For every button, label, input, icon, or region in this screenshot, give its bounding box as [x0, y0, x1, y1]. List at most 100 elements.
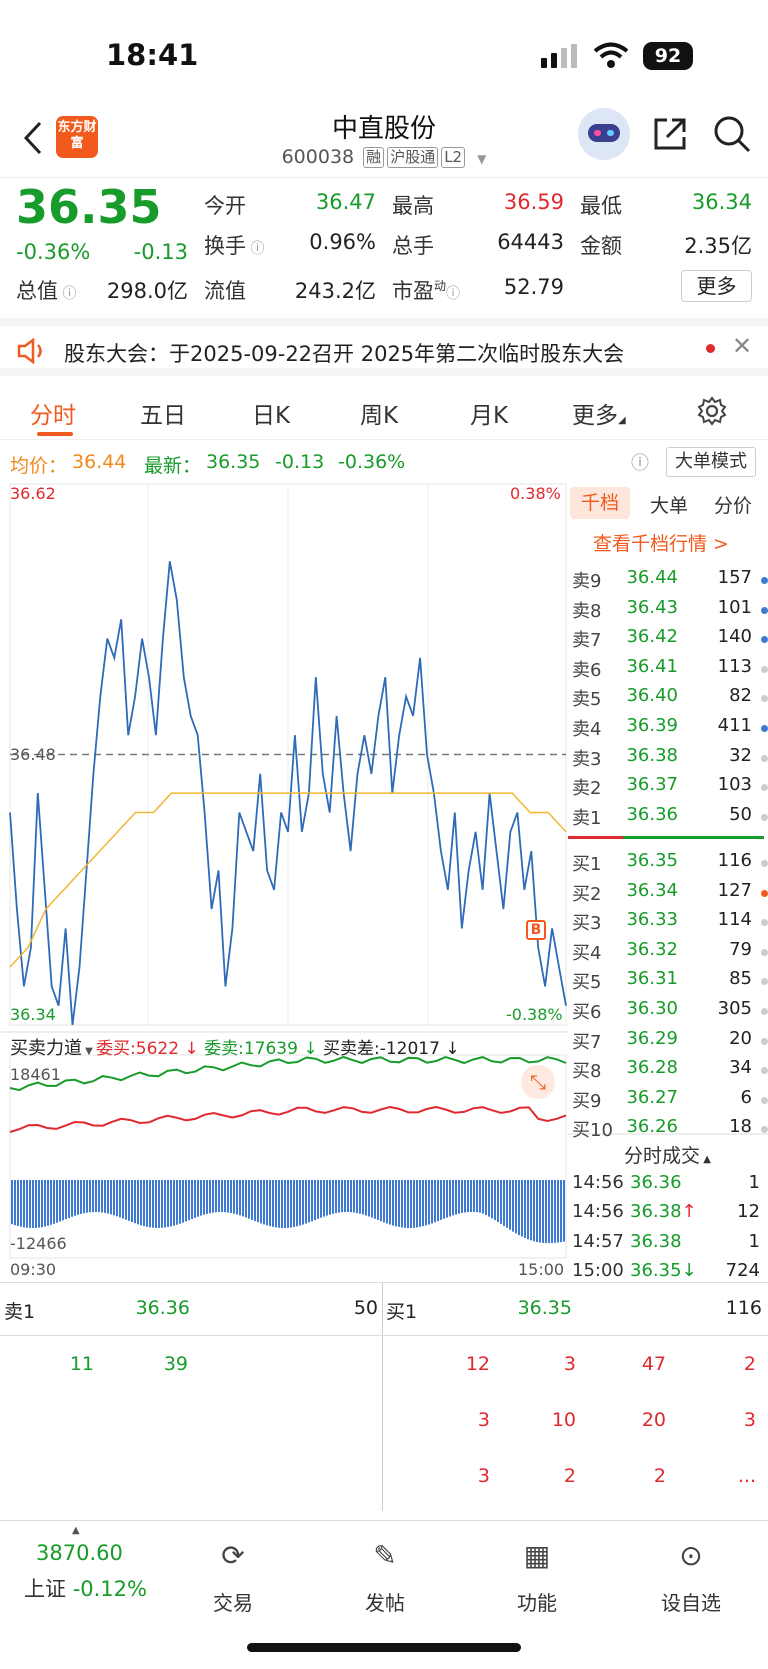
robot-avatar-icon[interactable] [578, 108, 630, 160]
buy-order: 20 [641, 1409, 666, 1431]
notice-bar[interactable]: 股东大会：于2025-09-22召开 2025年第二次临时股东大会 ✕ [0, 318, 768, 376]
info-icon: ⓘ [246, 241, 265, 257]
power-bar [62, 1180, 64, 1221]
notice-text: 股东大会：于2025-09-22召开 2025年第二次临时股东大会 [64, 342, 625, 366]
tab-more[interactable]: 更多◢ [572, 396, 626, 430]
margin-tag: 融 [363, 147, 385, 168]
tab-month-k[interactable]: 月K [470, 396, 508, 430]
ask-row[interactable]: 卖1 36.36 50 [568, 804, 764, 833]
level-label: 卖3 [572, 748, 602, 770]
search-icon[interactable] [712, 114, 752, 154]
close-icon[interactable]: ✕ [732, 332, 752, 360]
tab-day-k[interactable]: 日K [252, 396, 290, 430]
ask-row[interactable]: 卖2 36.37 103 [568, 774, 764, 803]
power-bar [419, 1180, 421, 1227]
tab-five-day[interactable]: 五日 [140, 396, 186, 430]
index-ticker[interactable]: 上证 -0.12% [24, 1573, 147, 1603]
power-bar [473, 1180, 475, 1212]
ask-volume: 委卖:17639 [204, 1039, 298, 1059]
ask-row[interactable]: 卖4 36.39 411 [568, 715, 764, 744]
info-icon: ⓘ [58, 286, 77, 302]
nav-watchlist[interactable]: 设自选 [646, 1587, 736, 1616]
power-bar [56, 1180, 58, 1223]
bid-row[interactable]: 买8 36.28 34 [568, 1057, 764, 1086]
more-button[interactable]: 更多 [681, 270, 752, 302]
vol-top-label: 18461 [10, 1065, 61, 1084]
power-bar [263, 1180, 265, 1225]
level-price: 36.44 [626, 567, 678, 588]
nav-function[interactable]: 功能 [492, 1587, 582, 1616]
bid-row[interactable]: 买9 36.27 6 [568, 1087, 764, 1116]
intraday-chart[interactable]: 36.62 0.38% 36.48 36.34 -0.38% 09:30 15:… [0, 480, 568, 1284]
order-dot [761, 889, 768, 897]
bid-row[interactable]: 买3 36.33 114 [568, 909, 764, 938]
power-bar [314, 1180, 316, 1221]
power-bar [362, 1180, 364, 1215]
power-bar [20, 1180, 22, 1227]
bid-power-line [9, 1105, 567, 1133]
post-icon[interactable]: ✎ [340, 1539, 430, 1572]
power-bar [344, 1180, 346, 1212]
level-price: 36.28 [626, 1057, 678, 1079]
bid-row[interactable]: 买7 36.29 20 [568, 1028, 764, 1057]
power-bar [116, 1180, 118, 1217]
buy-order: 3 [477, 1465, 490, 1487]
ask-row[interactable]: 卖7 36.42 140 [568, 626, 764, 655]
tab-big-order[interactable]: 大单 [650, 491, 688, 518]
avg-value: 36.44 [72, 451, 127, 473]
power-bar [290, 1180, 292, 1228]
function-icon[interactable]: ▦ [492, 1539, 582, 1572]
trade-icon[interactable]: ⟳ [188, 1539, 278, 1572]
power-title[interactable]: 买卖力道 [10, 1038, 82, 1059]
power-bar [308, 1180, 310, 1223]
level-qty: 85 [729, 968, 752, 990]
pe-label[interactable]: 市盈动ⓘ [392, 275, 460, 305]
bid-row[interactable]: 买2 36.34 127 [568, 880, 764, 909]
buy-marker[interactable]: B [526, 920, 546, 940]
tab-intraday[interactable]: 分时 [30, 396, 76, 430]
buy-order: 2 [653, 1465, 666, 1487]
detail-buy1-qty: 116 [725, 1297, 762, 1319]
bid-row[interactable]: 买6 36.30 305 [568, 998, 764, 1027]
ask-row[interactable]: 卖6 36.41 113 [568, 656, 764, 685]
power-bar [485, 1180, 487, 1216]
level-label: 卖4 [572, 719, 602, 740]
ask-row[interactable]: 卖3 36.38 32 [568, 745, 764, 774]
settings-icon[interactable] [697, 396, 727, 426]
expand-icon[interactable]: ⤡ [521, 1065, 555, 1099]
power-bar [140, 1180, 142, 1226]
nav-post[interactable]: 发帖 [340, 1587, 430, 1616]
power-bar [398, 1180, 400, 1227]
bid-row[interactable]: 买5 36.31 85 [568, 968, 764, 997]
power-bar [479, 1180, 481, 1213]
big-order-mode-button[interactable]: 大单模式 [666, 447, 756, 477]
ask-row[interactable]: 卖9 36.44 157 [568, 567, 764, 596]
power-bar [455, 1180, 457, 1215]
open-label: 今开 [204, 194, 246, 218]
watchlist-icon[interactable]: ⊙ [646, 1539, 736, 1572]
tab-week-k[interactable]: 周K [360, 396, 398, 430]
market-cap-label[interactable]: 总值 ⓘ [16, 275, 76, 305]
power-bar [278, 1180, 280, 1228]
bid-row[interactable]: 买10 36.26 18 [568, 1116, 764, 1145]
index-value[interactable]: 3870.60 [36, 1541, 123, 1565]
power-bar [422, 1180, 424, 1227]
ask-row[interactable]: 卖5 36.40 82 [568, 685, 764, 714]
low-label: 最低 [580, 194, 622, 218]
tab-price-dist[interactable]: 分价 [714, 491, 752, 518]
depth-link[interactable]: 查看千档行情 > [593, 529, 729, 556]
intraday-chart-svg [0, 483, 568, 1259]
help-icon[interactable]: ⓘ [631, 449, 649, 475]
power-bar [248, 1180, 250, 1219]
power-bar [326, 1180, 328, 1216]
power-bar [50, 1180, 52, 1225]
tab-depth[interactable]: 千档 [570, 487, 630, 519]
bid-row[interactable]: 买1 36.35 116 [568, 850, 764, 879]
power-bar [299, 1180, 301, 1226]
turnover-label[interactable]: 换手 ⓘ [204, 230, 264, 260]
share-icon[interactable] [652, 116, 688, 152]
bid-row[interactable]: 买4 36.32 79 [568, 939, 764, 968]
nav-trade[interactable]: 交易 [188, 1587, 278, 1616]
ask-row[interactable]: 卖8 36.43 101 [568, 597, 764, 626]
power-bar [266, 1180, 268, 1226]
